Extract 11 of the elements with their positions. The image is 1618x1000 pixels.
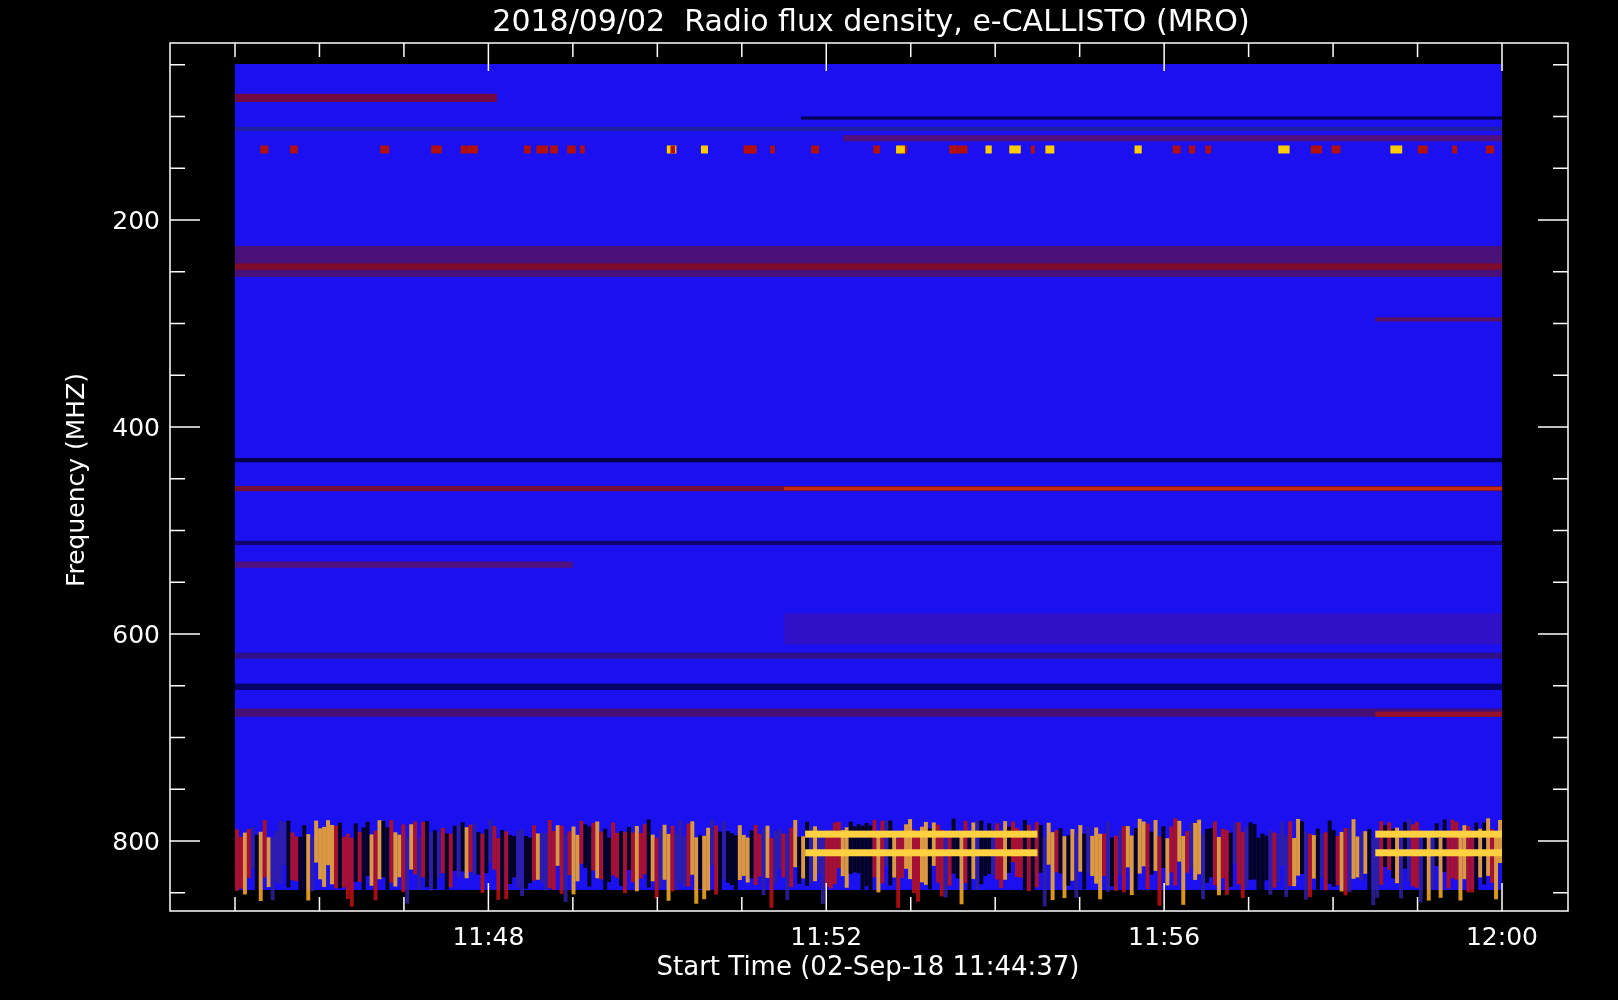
chart-title: 2018/09/02 Radio flux density, e-CALLISTO (MRO) — [492, 3, 1250, 38]
x-tick-label: 11:52 — [790, 922, 863, 951]
y-tick-label: 600 — [112, 620, 160, 649]
x-axis-label: Start Time (02-Sep-18 11:44:37) — [656, 951, 1080, 981]
x-tick-label: 12:00 — [1466, 922, 1538, 951]
y-tick-label: 200 — [112, 206, 160, 235]
y-tick-label: 400 — [112, 413, 160, 442]
y-axis-label: Frequency (MHZ) — [61, 372, 90, 588]
y-tick-label: 800 — [112, 827, 160, 856]
x-tick-label: 11:48 — [452, 922, 525, 951]
x-tick-label: 11:56 — [1128, 922, 1201, 951]
